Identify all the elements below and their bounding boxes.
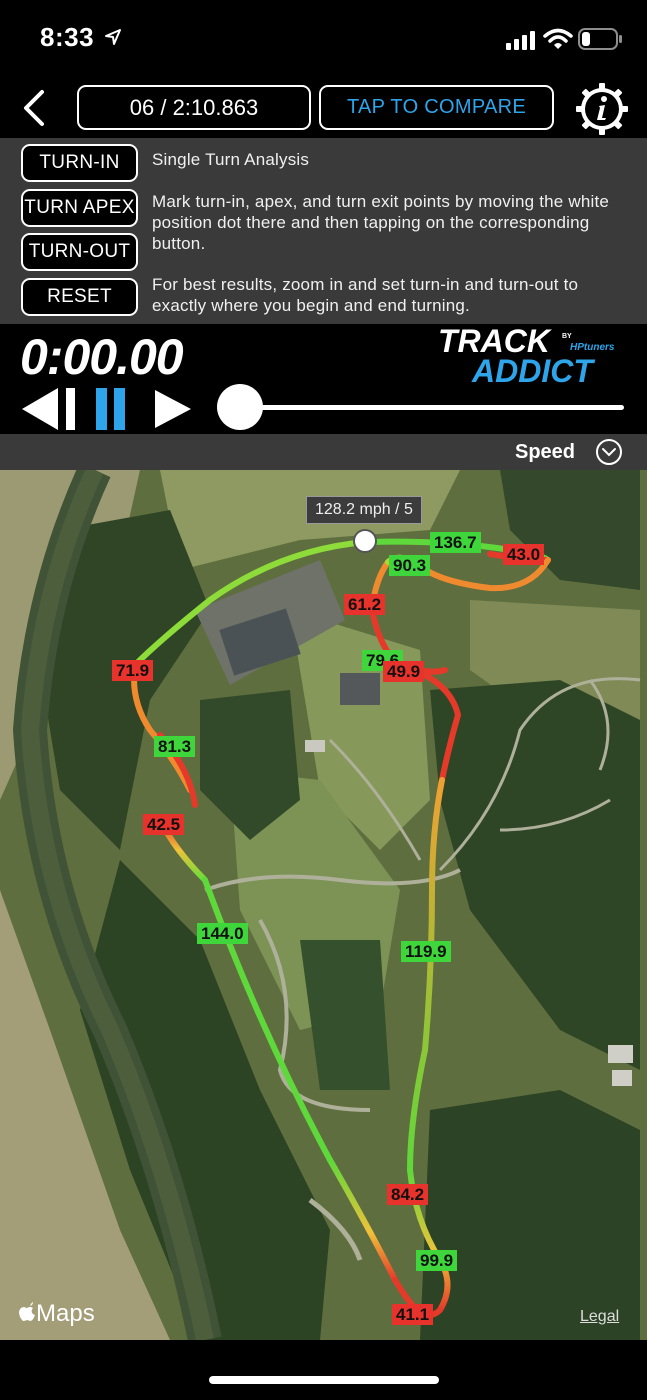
speed-label: 119.9 [401, 941, 451, 962]
turn-apex-button[interactable]: TURN APEX [21, 189, 138, 227]
turn-analysis-panel: TURN-IN TURN APEX TURN-OUT RESET Single … [0, 138, 647, 324]
scrub-slider-track[interactable] [240, 405, 624, 410]
signal-icon [506, 31, 535, 50]
speed-label: 41.1 [392, 1304, 434, 1325]
overlay-mode-label[interactable]: Speed [515, 441, 575, 464]
info-gear-icon[interactable] [574, 81, 630, 137]
status-time: 8:33 [40, 22, 95, 52]
apple-logo-icon [19, 1302, 35, 1321]
track-map[interactable]: 136.7 43.0 90.3 61.2 79.6 49.9 71.9 81.3… [0, 470, 647, 1340]
battery-icon [578, 28, 622, 50]
svg-text:ADDICT: ADDICT [471, 353, 595, 386]
reset-button[interactable]: RESET [21, 278, 138, 316]
speed-label: 49.9 [383, 661, 425, 682]
wifi-icon [543, 28, 573, 49]
panel-instructions: Mark turn-in, apex, and turn exit points… [152, 192, 610, 253]
speed-label: 144.0 [197, 923, 248, 944]
maps-text: Maps [36, 1300, 95, 1327]
track-addict-logo: TRACK BY HPtuners ADDICT [438, 324, 615, 386]
speed-label: 71.9 [112, 660, 154, 681]
header-bar: 06 / 2:10.863 TAP TO COMPARE [0, 78, 647, 138]
speed-label: 136.7 [430, 532, 481, 553]
legal-link[interactable]: Legal [580, 1308, 619, 1326]
scrub-slider-knob[interactable] [217, 384, 263, 430]
satellite-map-background [0, 470, 647, 1340]
turn-in-button[interactable]: TURN-IN [21, 144, 138, 182]
playback-area: 0:00.00 TRACK BY HPtuners ADDICT [0, 324, 647, 434]
play-icon[interactable] [153, 386, 193, 432]
speed-label: 81.3 [154, 736, 196, 757]
speed-label: 61.2 [344, 594, 386, 615]
bottom-bar [0, 1340, 647, 1400]
timer-display: 0:00.00 [20, 329, 184, 385]
lap-selector-button[interactable]: 06 / 2:10.863 [77, 85, 311, 130]
speed-label: 84.2 [387, 1184, 429, 1205]
turn-out-button[interactable]: TURN-OUT [21, 233, 138, 271]
rewind-icon[interactable] [20, 386, 78, 432]
pause-icon[interactable] [95, 386, 127, 432]
status-bar: 8:33 [0, 0, 647, 78]
back-chevron-icon[interactable] [16, 86, 52, 130]
speed-label: 42.5 [143, 814, 185, 835]
panel-tip: For best results, zoom in and set turn-i… [152, 275, 579, 315]
svg-text:HPtuners: HPtuners [570, 342, 615, 353]
position-marker[interactable] [353, 529, 377, 553]
speed-label: 90.3 [389, 555, 431, 576]
apple-maps-attribution: Maps [18, 1300, 95, 1328]
overlay-mode-bar: Speed [0, 434, 647, 470]
speed-label: 99.9 [416, 1250, 458, 1271]
home-indicator[interactable] [209, 1376, 439, 1384]
panel-title: Single Turn Analysis [152, 150, 310, 169]
location-arrow-icon [105, 29, 121, 45]
chevron-down-circle-icon[interactable] [595, 438, 623, 466]
svg-text:BY: BY [562, 333, 572, 340]
position-tooltip: 128.2 mph / 5 [306, 496, 422, 524]
tap-to-compare-button[interactable]: TAP TO COMPARE [319, 85, 554, 130]
speed-label: 43.0 [503, 544, 545, 565]
